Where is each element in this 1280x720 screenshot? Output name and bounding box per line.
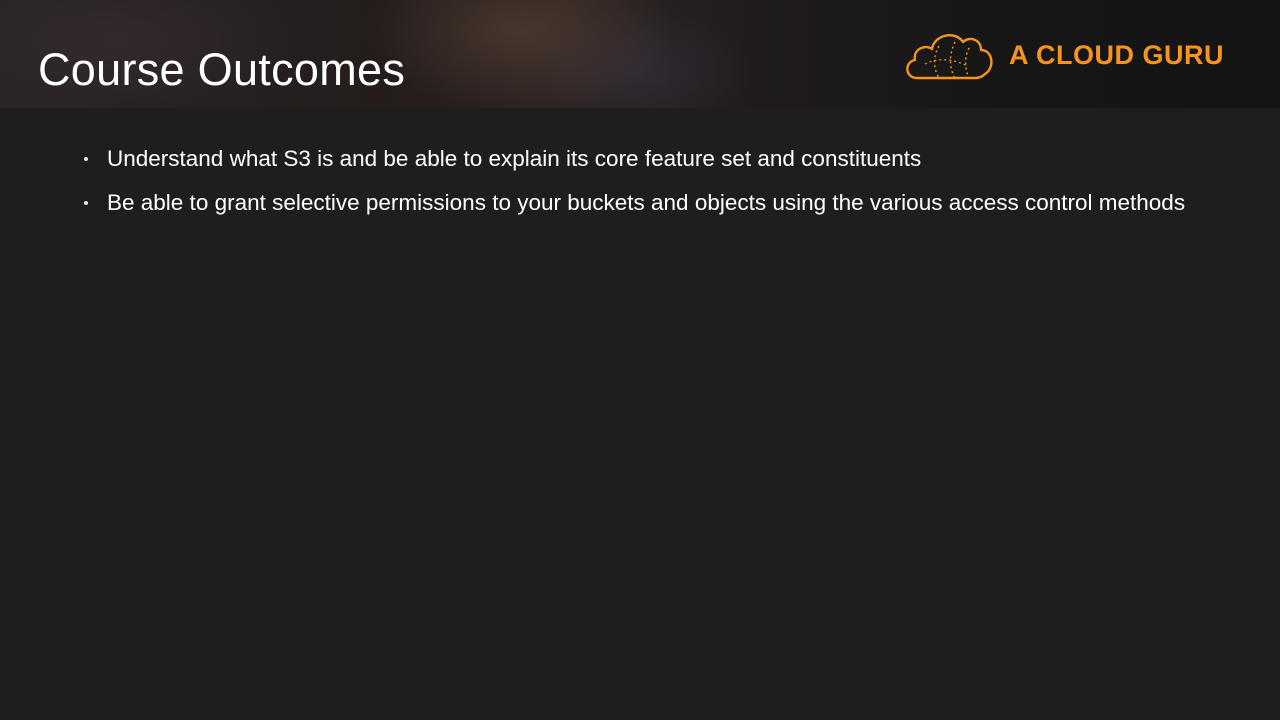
list-item-text: Understand what S3 is and be able to exp… [107, 146, 922, 171]
outcome-list: Understand what S3 is and be able to exp… [82, 144, 1232, 232]
list-item-text: Be able to grant selective permissions t… [107, 190, 1186, 215]
bullet-icon [84, 157, 88, 161]
list-item: Understand what S3 is and be able to exp… [82, 144, 1232, 174]
brand-logo: A CLOUD GURU [903, 28, 1224, 82]
slide-title: Course Outcomes [38, 44, 406, 95]
brand-name: A CLOUD GURU [1009, 39, 1224, 70]
cloud-icon [903, 28, 995, 82]
bullet-icon [84, 201, 88, 205]
slide: Course Outcomes A CLOUD GURU Understand … [0, 0, 1280, 720]
slide-header: Course Outcomes A CLOUD GURU [0, 0, 1280, 108]
list-item: Be able to grant selective permissions t… [82, 188, 1232, 218]
